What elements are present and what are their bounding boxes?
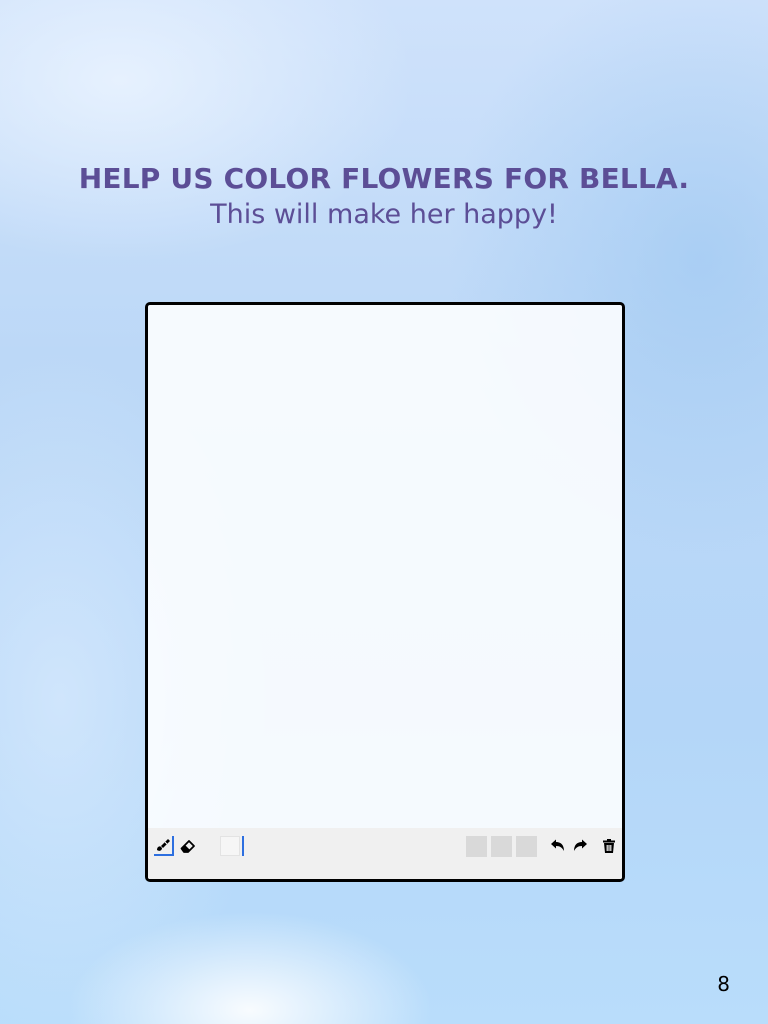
clear-button[interactable]: [599, 836, 619, 856]
page-number: 8: [717, 972, 730, 996]
paint-brush-icon: [154, 836, 172, 854]
text-cursor: [242, 836, 244, 856]
undo-button[interactable]: [548, 836, 568, 856]
redo-button[interactable]: [570, 836, 590, 856]
color-picker[interactable]: [220, 836, 240, 856]
brush-size-large[interactable]: [516, 836, 537, 857]
brush-tool-button[interactable]: [154, 836, 174, 856]
page-title: HELP US COLOR FLOWERS FOR BELLA.: [78, 162, 690, 195]
drawing-canvas-frame: [145, 302, 625, 882]
eraser-tool-button[interactable]: [178, 836, 198, 856]
drawing-canvas[interactable]: [148, 305, 622, 828]
page-subtitle: This will make her happy!: [210, 199, 558, 230]
undo-icon: [550, 838, 566, 854]
brush-size-medium[interactable]: [491, 836, 512, 857]
redo-icon: [572, 838, 588, 854]
brush-size-small[interactable]: [466, 836, 487, 857]
trash-icon: [601, 838, 617, 854]
page-heading: HELP US COLOR FLOWERS FOR BELLA. This wi…: [0, 160, 768, 232]
drawing-toolbar: [148, 828, 622, 879]
eraser-icon: [179, 837, 197, 855]
